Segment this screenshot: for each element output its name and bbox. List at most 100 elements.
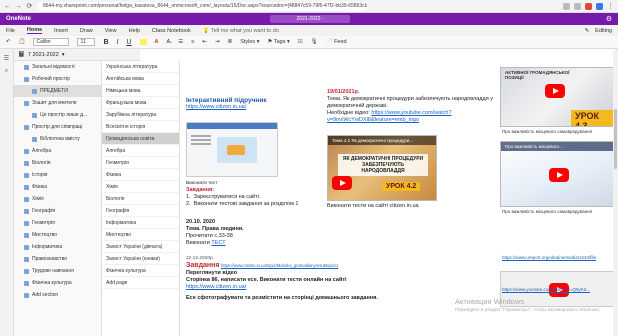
page-item[interactable]: Фізика [102,169,179,181]
page-item[interactable]: Географія [102,205,179,217]
external-link[interactable]: https://www.ureport.org/ukraine/media/12… [502,255,614,261]
section-item[interactable]: Робочий простір [14,73,101,85]
tab-view[interactable]: View [105,28,117,34]
tab-draw[interactable]: Draw [80,28,93,34]
section-item[interactable]: Add section [14,289,101,301]
textbook-link[interactable]: https://www.citizen.in.ua/ [186,104,246,110]
page-item[interactable]: Французька мова [102,97,179,109]
play-icon[interactable] [549,168,569,182]
font-size-select[interactable]: 11 [77,38,96,46]
page-item[interactable]: Біологія [102,193,179,205]
section-item[interactable]: Простір для співпраці [14,121,101,133]
page-item[interactable]: Всесвітня історія [102,121,179,133]
page-item[interactable]: Алгебра [102,145,179,157]
page-item[interactable]: Хімія [102,181,179,193]
page-item[interactable]: Німецька мова [102,85,179,97]
youtube-embed[interactable]: Тема 4.2 Як демократичні процедури... ЯК… [327,135,437,201]
youtube-embed[interactable]: Про важливість місцевого... [500,141,618,207]
note-block-democracy[interactable]: 19/01/2021р. Тема. Як демократичні проце… [327,89,495,124]
indent-icon[interactable]: ⇥ [215,39,220,45]
play-icon[interactable] [332,176,352,190]
citizen-link[interactable]: https://www.citizen.in.ua/ [186,284,246,290]
gear-icon[interactable]: ⚙ [606,15,612,23]
section-item[interactable]: Загальні відомості [14,61,101,73]
clipboard-icon[interactable]: 📋 [19,39,26,45]
page-canvas[interactable]: Інтерактивний підручник https://www.citi… [180,49,618,336]
bullets-icon[interactable]: ☰ [178,39,183,45]
section-item[interactable]: Мистецтво [14,229,101,241]
search-icon[interactable]: ⌕ [0,68,13,75]
page-item[interactable]: Мистецтво [102,229,179,241]
section-item[interactable]: Фізика [14,181,101,193]
italic-icon[interactable]: I [117,39,119,46]
external-link[interactable]: https://www.youtube.com/watch?v=Q0yKd... [502,287,614,293]
section-item[interactable]: Правознавство [14,253,101,265]
app-name[interactable]: OneNote [6,16,31,22]
section-item[interactable]: Фізична культура [14,277,101,289]
test-link[interactable]: ТЕСТ [211,240,225,246]
assignment-link[interactable]: https://www.citizen.in.ua/topic/Molodoi_… [221,263,338,268]
note-block-task[interactable]: Виконати тест Завдання: 1. Зареєструвати… [186,180,322,208]
font-color-icon[interactable]: A [155,39,159,45]
page-item[interactable]: Захист України (юнаки) [102,253,179,265]
highlight-icon[interactable] [139,39,147,45]
tab-help[interactable]: Help [129,28,140,34]
extension-icon[interactable] [585,2,592,10]
notebook-switcher[interactable]: 📓 7 2021-2022 ▾ [14,49,140,61]
note-block-essay[interactable]: 22.12.2020р. Завдання https://www.citize… [186,255,496,302]
youtube-embed[interactable]: АКТИВНОЇ ГРОМАДЯНСЬКОЇ ПОЗИЦІЇ УРОК 4.3 [500,67,618,127]
document-title[interactable]: 2021-2022 - [270,15,350,23]
tab-file[interactable]: File [6,28,15,34]
section-item[interactable]: Географія [14,205,101,217]
numbering-icon[interactable]: ≡ [191,39,194,45]
font-family-select[interactable]: Calibri [33,38,70,46]
scrollbar-thumb[interactable] [614,109,617,169]
menu-icon[interactable]: ⋮ [607,2,614,10]
section-item[interactable]: Алгебра [14,145,101,157]
page-item[interactable]: Фізична культура [102,265,179,277]
extension-icon[interactable] [574,2,581,10]
page-item[interactable]: Захист України (дівчата) [102,241,179,253]
note-tests[interactable]: Виконати тести на сайті citizen.in.ua [327,203,497,210]
section-item[interactable]: Біологія [14,157,101,169]
page-item[interactable]: Інформатика [102,217,179,229]
section-item[interactable]: Зошит для вчителя [14,97,101,109]
outdent-icon[interactable]: ⇤ [202,39,207,45]
extension-icon[interactable] [563,2,570,10]
section-item[interactable]: Історія [14,169,101,181]
section-item[interactable]: Геометрія [14,217,101,229]
section-item[interactable]: ПРЕДМЕТИ [14,85,101,97]
page-item[interactable]: Громадянська освіта [102,133,179,145]
section-item[interactable]: Трудове навчання [14,265,101,277]
play-icon[interactable] [545,84,565,98]
back-icon[interactable]: ← [4,3,11,10]
tags-button[interactable]: ⚑ Tags ▾ [267,39,289,45]
page-item[interactable]: Зарубіжна література [102,109,179,121]
vertical-scrollbar[interactable] [613,49,618,336]
tab-insert[interactable]: Insert [54,28,68,34]
pen-icon[interactable]: ✎ [585,28,590,34]
note-block-rights[interactable]: 20.10. 2020 Тема. Права людини. Прочитат… [186,219,322,247]
page-item[interactable]: Англійська мова [102,73,179,85]
page-item[interactable]: Геометрія [102,157,179,169]
nav-toggle-icon[interactable]: ☰ [0,55,13,62]
forward-icon[interactable]: → [15,3,22,10]
tell-me-search[interactable]: 💡 Tell me what you want to do [203,28,279,34]
bold-icon[interactable]: B [103,39,108,46]
styles-button[interactable]: Styles ▾ [240,39,259,45]
align-icon[interactable]: ≣ [228,39,233,45]
underline-icon[interactable]: U [126,39,131,46]
todo-icon[interactable]: ☑ [298,39,303,45]
address-bar[interactable]: 8644-my.sharepoint.com/personal/helga_ka… [37,1,367,11]
tab-home[interactable]: Home [26,27,43,34]
section-item[interactable]: Це простір лише д... [14,109,101,121]
undo-icon[interactable]: ↶ [6,39,11,45]
section-item[interactable]: Інформатика [14,241,101,253]
clear-format-icon[interactable]: A̶ [167,39,171,45]
page-item[interactable]: Add page [102,277,179,289]
page-item[interactable]: Українська література [102,61,179,73]
tab-class-notebook[interactable]: Class Notebook [152,28,191,34]
section-item[interactable]: Хімія [14,193,101,205]
feed-button[interactable]: 📄 Feed [326,39,347,45]
reload-icon[interactable]: ⟳ [26,2,33,10]
